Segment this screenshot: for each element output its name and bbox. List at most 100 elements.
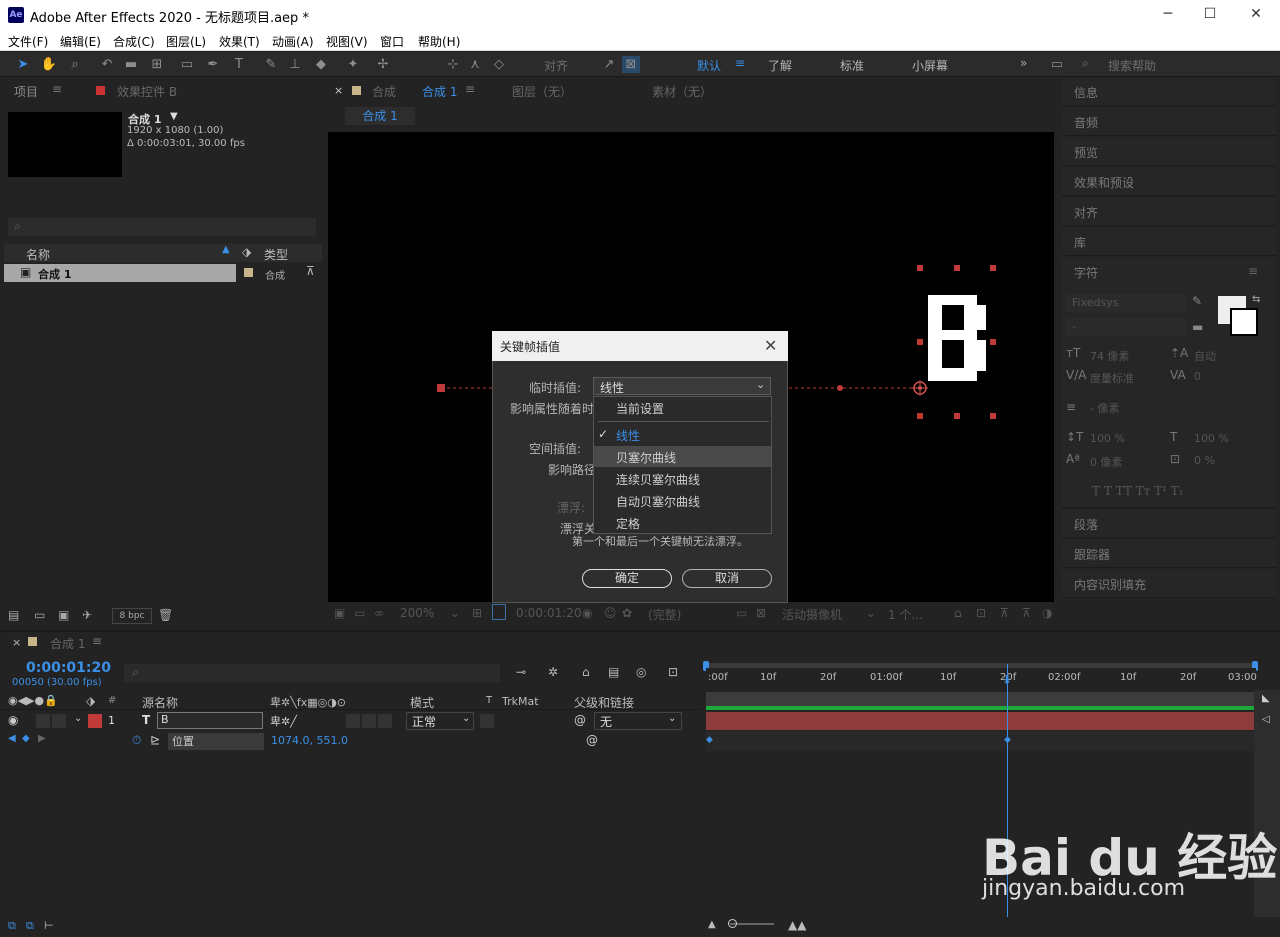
text-layer-glyph[interactable] bbox=[928, 295, 986, 381]
col-type[interactable]: 类型 bbox=[264, 246, 288, 263]
prev-keyframe-icon[interactable]: ◀ bbox=[8, 733, 16, 744]
interpret-footage-icon[interactable]: ▤ bbox=[8, 608, 19, 622]
panel-effects-presets[interactable]: 效果和预设 bbox=[1062, 168, 1276, 196]
panel-info[interactable]: 信息 bbox=[1062, 78, 1276, 106]
audio-toggle[interactable] bbox=[36, 714, 50, 728]
keyframe-start-icon[interactable]: ◆ bbox=[706, 735, 713, 745]
pickwhip-icon[interactable]: @ bbox=[574, 713, 586, 727]
layer-label-color[interactable] bbox=[88, 714, 102, 728]
no-fill-icon[interactable]: ▬ bbox=[1192, 320, 1203, 334]
col-parent[interactable]: 父级和链接 bbox=[574, 694, 634, 711]
render-queue-icon[interactable]: ✈ bbox=[82, 608, 92, 622]
dialog-close-icon[interactable]: ✕ bbox=[764, 336, 777, 355]
comp-dropdown-icon[interactable]: ▼ bbox=[170, 111, 178, 122]
panel-paragraph[interactable]: 段落 bbox=[1062, 510, 1276, 538]
workspace-overflow-icon[interactable]: » bbox=[1020, 56, 1027, 70]
ok-button[interactable]: 确定 bbox=[582, 569, 672, 588]
switch-toggle[interactable] bbox=[362, 714, 376, 728]
project-search-input[interactable]: ⌕ bbox=[8, 218, 316, 236]
shy-layers-icon[interactable]: ⌂ bbox=[582, 665, 590, 679]
time-ruler[interactable]: :00f 10f 20f 01:00f 10f 20f 02:00f 10f 2… bbox=[706, 668, 1257, 690]
label-color-swatch[interactable] bbox=[244, 268, 253, 277]
comp-sub-tab[interactable]: 合成 1 bbox=[345, 107, 415, 125]
draft-3d-icon[interactable]: ✲ bbox=[548, 665, 558, 679]
sort-up-icon[interactable]: ▲ bbox=[222, 244, 230, 255]
rectangle-tool-icon[interactable]: ▭ bbox=[178, 56, 196, 73]
horizontal-scale-value[interactable]: 100 % bbox=[1194, 432, 1229, 445]
bbox-handle[interactable] bbox=[917, 413, 923, 419]
tracking-value[interactable]: 0 bbox=[1194, 370, 1201, 383]
font-style-select[interactable]: - bbox=[1066, 318, 1186, 336]
rotate-tool-icon[interactable]: ↶ bbox=[98, 56, 116, 73]
panel-preview[interactable]: 预览 bbox=[1062, 138, 1276, 166]
pen-tool-icon[interactable]: ✒ bbox=[204, 56, 222, 73]
close-tab-icon[interactable]: × bbox=[334, 84, 343, 97]
zoom-in-icon[interactable]: ▲▲ bbox=[788, 918, 806, 932]
clone-stamp-tool-icon[interactable]: ⊥ bbox=[286, 56, 304, 73]
faux-styles-row[interactable]: T T TT Tт T¹ T₁ bbox=[1092, 484, 1184, 498]
temporal-interpolation-select[interactable]: 线性 ⌄ bbox=[593, 377, 771, 395]
option-hold[interactable]: 定格 bbox=[616, 515, 640, 532]
menu-window[interactable]: 窗口 bbox=[380, 33, 404, 50]
zoom-slider-handle[interactable] bbox=[728, 919, 737, 928]
layer-duration-bar[interactable] bbox=[706, 712, 1254, 730]
pixel-aspect-icon[interactable]: ⊡ bbox=[976, 606, 986, 620]
start-keyframe-marker[interactable] bbox=[437, 384, 445, 392]
parent-chevron-icon[interactable]: ⌄ bbox=[668, 713, 676, 724]
visibility-eye-icon[interactable]: ◉ bbox=[8, 713, 18, 727]
option-linear[interactable]: 线性 bbox=[616, 427, 640, 444]
bbox-handle[interactable] bbox=[990, 339, 996, 345]
eraser-tool-icon[interactable]: ◆ bbox=[312, 56, 330, 73]
menu-layer[interactable]: 图层(L) bbox=[166, 33, 206, 50]
comp-marker-bar[interactable] bbox=[706, 692, 1256, 706]
menu-file[interactable]: 文件(F) bbox=[8, 33, 48, 50]
swap-colors-icon[interactable]: ⇆ bbox=[1252, 294, 1260, 305]
switch-toggle[interactable] bbox=[378, 714, 392, 728]
option-current-settings[interactable]: 当前设置 bbox=[616, 400, 664, 417]
stopwatch-icon[interactable]: ⏱ bbox=[132, 733, 141, 748]
character-menu-icon[interactable]: ≡ bbox=[1248, 264, 1258, 278]
exposure-icon[interactable]: ◑ bbox=[1042, 606, 1052, 620]
fast-preview-icon[interactable]: ⊼ bbox=[1000, 606, 1009, 620]
layer-name[interactable]: B bbox=[157, 712, 263, 729]
workspace-small-screen[interactable]: 小屏幕 bbox=[912, 57, 948, 74]
flowchart-view-icon[interactable]: ⊼ bbox=[1022, 606, 1031, 620]
col-name[interactable]: 名称 bbox=[26, 246, 50, 263]
mode-chevron-icon[interactable]: ⌄ bbox=[462, 713, 470, 724]
modes-pane-icon[interactable]: ⧉ bbox=[26, 919, 34, 933]
col-mode[interactable]: 模式 bbox=[410, 694, 434, 711]
comp-flowchart-icon[interactable]: ⊸ bbox=[516, 665, 526, 679]
switch-toggle[interactable] bbox=[346, 714, 360, 728]
preserve-transparency-toggle[interactable] bbox=[480, 714, 494, 728]
toggle-3d-icon[interactable]: ⌂ bbox=[954, 606, 962, 620]
bbox-handle[interactable] bbox=[990, 413, 996, 419]
bbox-handle[interactable] bbox=[917, 339, 923, 345]
kerning-value[interactable]: 度量标准 bbox=[1090, 370, 1134, 386]
puppet-tool-icon[interactable]: ✢ bbox=[374, 56, 392, 73]
tab-project[interactable]: 项目 bbox=[14, 83, 38, 100]
grid-icon[interactable]: ⊞ bbox=[472, 606, 482, 620]
option-continuous-bezier[interactable]: 连续贝塞尔曲线 bbox=[616, 471, 700, 488]
snap-grid-icon[interactable]: ⊠ bbox=[622, 56, 640, 73]
layer-switches-pane-icon[interactable]: ⧉ bbox=[8, 919, 16, 933]
comp-button-icon[interactable]: ◣ bbox=[1262, 693, 1270, 704]
zoom-chevron-icon[interactable]: ⌄ bbox=[450, 606, 460, 620]
show-snapshot-icon[interactable]: ☺ bbox=[604, 606, 617, 620]
color-channel-icon[interactable]: ✿ bbox=[622, 606, 632, 620]
layer-switches-icon[interactable]: 卑✲╱ bbox=[270, 713, 297, 729]
menu-effect[interactable]: 效果(T) bbox=[219, 33, 260, 50]
views-select[interactable]: 1 个... bbox=[888, 606, 923, 623]
project-menu-icon[interactable]: ≡ bbox=[52, 82, 62, 96]
stroke-color-swatch[interactable] bbox=[1230, 308, 1258, 336]
workspace-learn[interactable]: 了解 bbox=[768, 57, 792, 74]
bbox-handle[interactable] bbox=[917, 265, 923, 271]
tab-layer[interactable]: 图层（无） bbox=[512, 83, 572, 100]
view-axis-icon[interactable]: ◇ bbox=[490, 56, 508, 73]
panel-content-aware-fill[interactable]: 内容识别填充 bbox=[1062, 570, 1276, 598]
workspace-default[interactable]: 默认 bbox=[697, 57, 721, 74]
local-axis-icon[interactable]: ⊹ bbox=[444, 56, 462, 73]
zoom-out-icon[interactable]: ▲ bbox=[708, 919, 716, 930]
new-comp-icon[interactable]: ▣ bbox=[58, 608, 69, 622]
tab-effect-controls[interactable]: 效果控件 B bbox=[117, 83, 177, 100]
camera-chevron-icon[interactable]: ⌄ bbox=[866, 606, 876, 620]
